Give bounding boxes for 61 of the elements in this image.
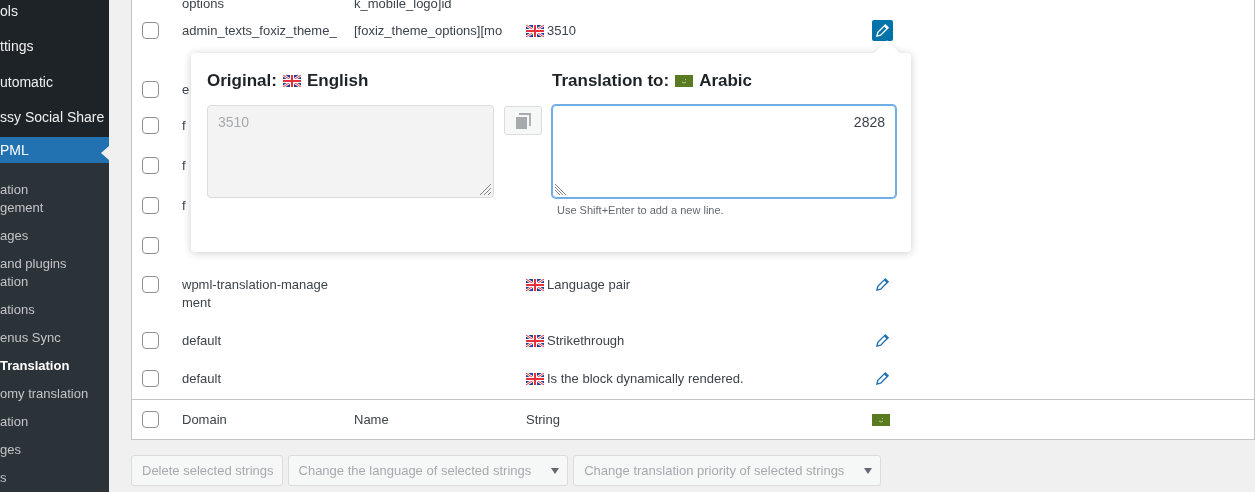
submenu-item[interactable]: ation bbox=[0, 408, 109, 436]
language-name: Arabic bbox=[699, 71, 753, 91]
submenu-item[interactable]: ages bbox=[0, 222, 109, 250]
table-cell: [foxiz_theme_options][mo bbox=[354, 23, 503, 38]
select-all-checkbox[interactable] bbox=[142, 411, 159, 428]
arabic-flag-icon bbox=[675, 75, 694, 87]
row-checkbox[interactable] bbox=[142, 117, 159, 134]
table-cell: Strikethrough bbox=[547, 332, 625, 350]
table-cell: admin_texts_foxiz_theme_ bbox=[182, 23, 337, 38]
edit-pencil-icon[interactable] bbox=[872, 20, 893, 41]
column-header: Domain bbox=[182, 410, 228, 429]
row-checkbox[interactable] bbox=[142, 22, 159, 39]
submenu-item[interactable]: and plugins ation bbox=[0, 250, 109, 296]
row-checkbox[interactable] bbox=[142, 370, 159, 387]
copy-button[interactable] bbox=[504, 106, 542, 135]
row-checkbox[interactable] bbox=[142, 237, 159, 254]
table-cell: f bbox=[182, 118, 186, 133]
table-cell: Is the block dynamically rendered. bbox=[547, 370, 744, 388]
menu-item[interactable]: ssy Social Share bbox=[0, 109, 105, 126]
menu-item[interactable]: ols bbox=[0, 2, 18, 19]
submenu-item[interactable]: Translation bbox=[0, 352, 109, 380]
uk-flag-icon bbox=[526, 279, 544, 291]
translation-text-field[interactable]: 2828 bbox=[552, 105, 896, 198]
menu-item[interactable]: PML bbox=[0, 137, 109, 163]
uk-flag-icon bbox=[526, 335, 544, 347]
table-cell: f bbox=[182, 158, 186, 173]
column-header: String bbox=[526, 410, 560, 429]
table-cell: default bbox=[182, 333, 222, 348]
language-name: English bbox=[306, 71, 369, 91]
table-cell: default bbox=[182, 371, 222, 386]
table-cell: e bbox=[182, 82, 190, 97]
uk-flag-icon bbox=[526, 25, 544, 37]
submenu-item[interactable]: ations bbox=[0, 296, 109, 324]
uk-flag-icon bbox=[282, 75, 301, 87]
column-header: Name bbox=[354, 410, 390, 429]
table-cell: f bbox=[182, 198, 186, 213]
resize-grip-icon[interactable] bbox=[479, 183, 491, 195]
original-heading: Original: bbox=[207, 71, 277, 91]
hint-text: Use Shift+Enter to add a new line. bbox=[556, 204, 725, 216]
table-cell: Language pair bbox=[547, 276, 631, 294]
caret-icon bbox=[551, 467, 560, 474]
row-checkbox[interactable] bbox=[142, 157, 159, 174]
submenu-item[interactable]: ation gement bbox=[0, 176, 109, 222]
table-cell: 3510 bbox=[547, 22, 576, 40]
row-checkbox[interactable] bbox=[142, 81, 159, 98]
submenu-item[interactable]: enus Sync bbox=[0, 324, 109, 352]
submenu-item[interactable]: s bbox=[0, 464, 109, 492]
resize-grip-icon[interactable] bbox=[555, 183, 567, 195]
submenu-item[interactable]: omy translation bbox=[0, 380, 109, 408]
row-checkbox[interactable] bbox=[142, 276, 159, 293]
row-checkbox[interactable] bbox=[142, 197, 159, 214]
copy-icon bbox=[515, 112, 531, 129]
table-cell: wpml-translation-manage ment bbox=[182, 277, 328, 310]
menu-item[interactable]: ttings bbox=[0, 38, 34, 55]
submenu-item[interactable]: ges bbox=[0, 436, 109, 464]
row-checkbox[interactable] bbox=[142, 332, 159, 349]
translation-heading: Translation to: bbox=[552, 71, 670, 91]
menu-item[interactable]: utomatic bbox=[0, 73, 53, 90]
arabic-flag-icon bbox=[872, 413, 890, 426]
uk-flag-icon bbox=[526, 373, 544, 385]
caret-icon bbox=[864, 467, 873, 474]
